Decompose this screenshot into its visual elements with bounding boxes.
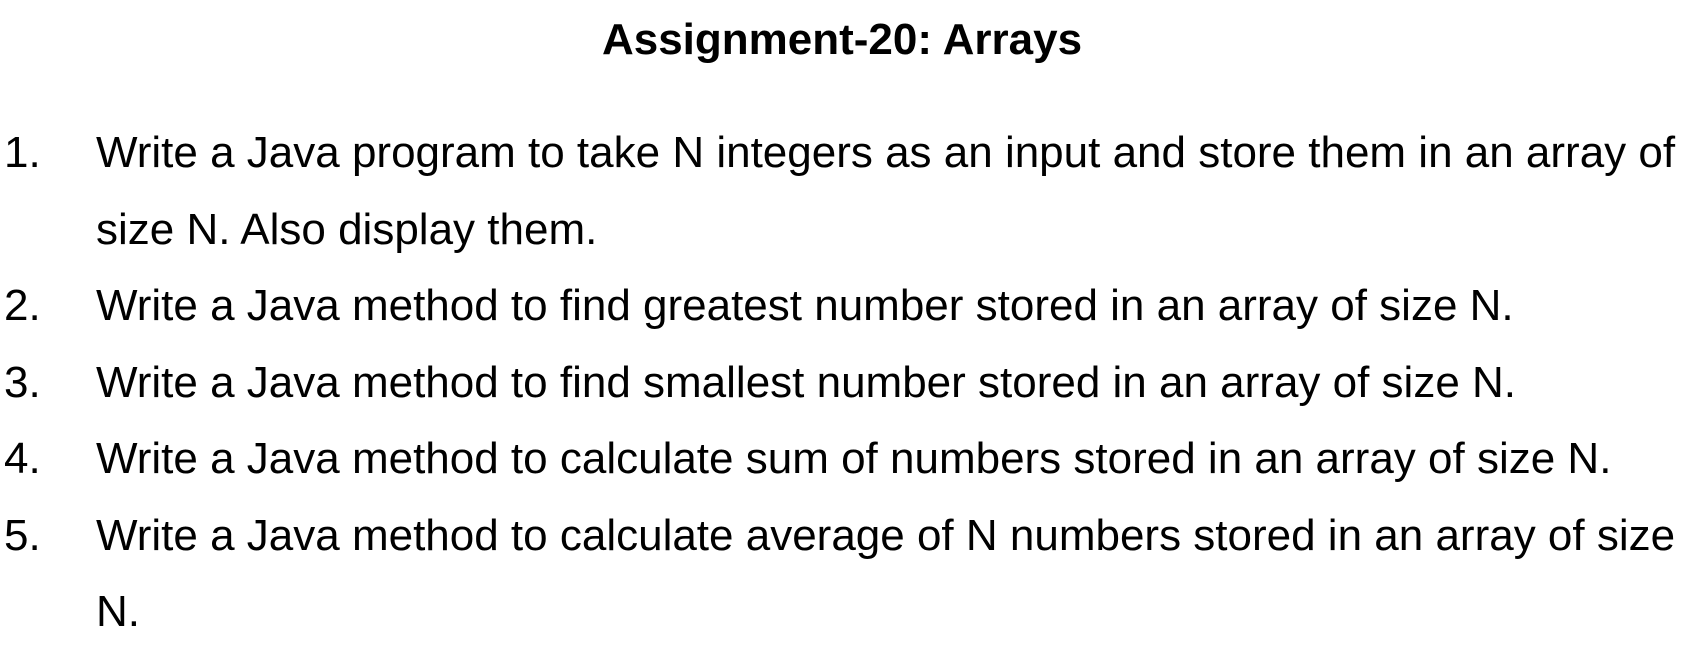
list-item: 5. Write a Java method to calculate aver… (0, 498, 1684, 651)
list-item-text: Write a Java method to find greatest num… (96, 281, 1514, 330)
assignment-list: 1. Write a Java program to take N intege… (0, 115, 1684, 651)
list-item-text: Write a Java method to find smallest num… (96, 357, 1517, 407)
list-item-text: Write a Java method to calculate sum of … (96, 434, 1612, 483)
page-title: Assignment-20: Arrays (601, 15, 1083, 64)
list-item-number: 2. (4, 281, 41, 330)
list-item: 2. Write a Java method to find greatest … (0, 268, 1684, 345)
list-item-text: Write a Java method to calculate average… (96, 510, 1676, 637)
list-item-text: Write a Java program to take N integers … (96, 128, 1676, 254)
list-item-number: 1. (4, 128, 41, 177)
list-item-number: 3. (4, 357, 41, 407)
list-item-number: 4. (4, 434, 41, 483)
list-item: 4. Write a Java method to calculate sum … (0, 421, 1684, 498)
list-item-number: 5. (4, 510, 41, 560)
list-item: 1. Write a Java program to take N intege… (0, 115, 1684, 268)
list-item: 3. Write a Java method to find smallest … (0, 345, 1684, 422)
